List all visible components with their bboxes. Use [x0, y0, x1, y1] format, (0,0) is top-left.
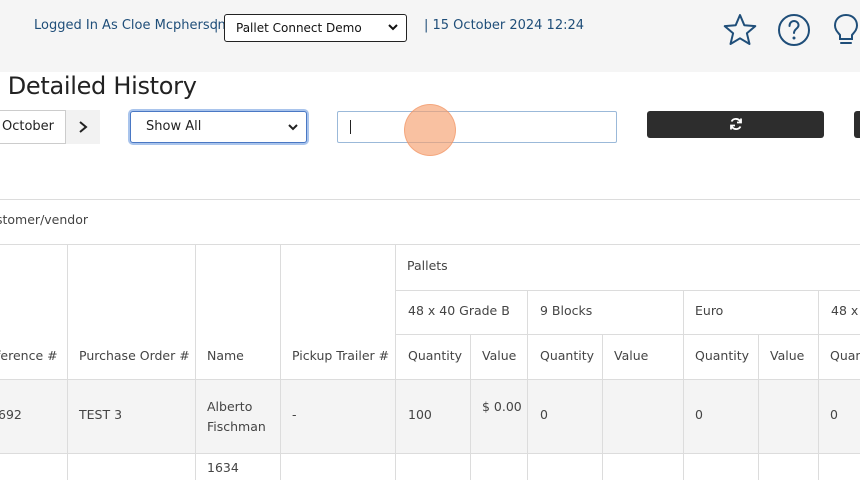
column-header-pickup-trailer[interactable]: Pickup Trailer #: [292, 348, 389, 363]
column-divider: [395, 244, 396, 480]
table-top-border: [0, 199, 860, 200]
chevron-down-icon: [388, 24, 398, 31]
row-name: 1634: [207, 460, 239, 475]
refresh-button[interactable]: [647, 111, 824, 138]
column-divider: [67, 244, 68, 480]
column-divider: [758, 334, 759, 480]
help-button[interactable]: [776, 12, 812, 48]
row-blocks-quantity: 0: [540, 407, 548, 422]
column-divider: [195, 244, 196, 480]
star-icon: [723, 14, 757, 45]
column-divider: [470, 334, 471, 480]
pallet-type-header: Euro: [695, 303, 724, 318]
top-bar: Logged In As Cloe Mcpherson | Pallet Con…: [0, 0, 860, 72]
current-datetime: | 15 October 2024 12:24: [424, 18, 585, 33]
column-header-value: Value: [770, 348, 805, 363]
customer-vendor-label: stomer/vendor: [0, 212, 89, 227]
column-divider: [818, 290, 819, 480]
row-grade-b-value: $ 0.00: [482, 399, 522, 414]
pallets-header: Pallets: [407, 258, 448, 273]
company-select[interactable]: Pallet Connect Demo: [224, 14, 407, 42]
column-header-quantity: Quantity: [695, 348, 750, 363]
column-header-value: Value: [614, 348, 649, 363]
column-divider: [683, 290, 684, 480]
column-header-purchase-order[interactable]: Purchase Order #: [79, 348, 190, 363]
column-header-quantity: Quan: [830, 348, 860, 363]
row-border: [0, 453, 860, 454]
row-name: Alberto Fischman: [207, 399, 266, 434]
next-month-button[interactable]: [66, 110, 100, 144]
pallet-type-header: 9 Blocks: [540, 303, 593, 318]
help-circle-icon: [778, 14, 810, 46]
pallet-type-border: [396, 334, 860, 335]
text-caret: [350, 119, 351, 134]
lightbulb-icon: [833, 13, 859, 44]
column-header-quantity: Quantity: [540, 348, 595, 363]
column-header-quantity: Quantity: [408, 348, 463, 363]
pallet-type-header: 48 x: [831, 303, 859, 318]
chevron-right-icon: [79, 121, 88, 133]
row-grade-b-quantity: 100: [408, 407, 432, 422]
row-reference: 692: [0, 407, 22, 422]
column-header-name[interactable]: Name: [207, 348, 244, 363]
click-indicator: [404, 104, 456, 156]
company-select-value: Pallet Connect Demo: [236, 21, 362, 35]
header-separator: |: [214, 18, 219, 33]
month-field[interactable]: October: [0, 110, 66, 144]
column-header-value: Value: [482, 348, 517, 363]
refresh-icon: [730, 118, 742, 130]
pallets-group-border: [396, 290, 860, 291]
column-divider: [280, 244, 281, 480]
row-pickup-trailer: -: [292, 407, 297, 422]
column-header-reference[interactable]: ference #: [0, 348, 58, 363]
column-divider: [527, 290, 528, 480]
tips-button[interactable]: [828, 12, 860, 48]
logged-in-user: Logged In As Cloe Mcpherson: [34, 18, 226, 33]
search-input[interactable]: [337, 111, 617, 143]
row-extra-quantity: 0: [830, 407, 838, 422]
export-button[interactable]: [854, 111, 860, 138]
header-top-border: [0, 244, 860, 245]
pallet-type-header: 48 x 40 Grade B: [408, 303, 510, 318]
column-divider: [602, 334, 603, 480]
chevron-down-icon: [288, 124, 298, 131]
favorites-button[interactable]: [722, 12, 758, 48]
row-purchase-order: TEST 3: [79, 407, 123, 422]
page-title: l Detailed History: [0, 72, 197, 100]
show-filter-value: Show All: [146, 119, 202, 134]
show-filter-select[interactable]: Show All: [130, 111, 307, 143]
row-euro-quantity: 0: [695, 407, 703, 422]
